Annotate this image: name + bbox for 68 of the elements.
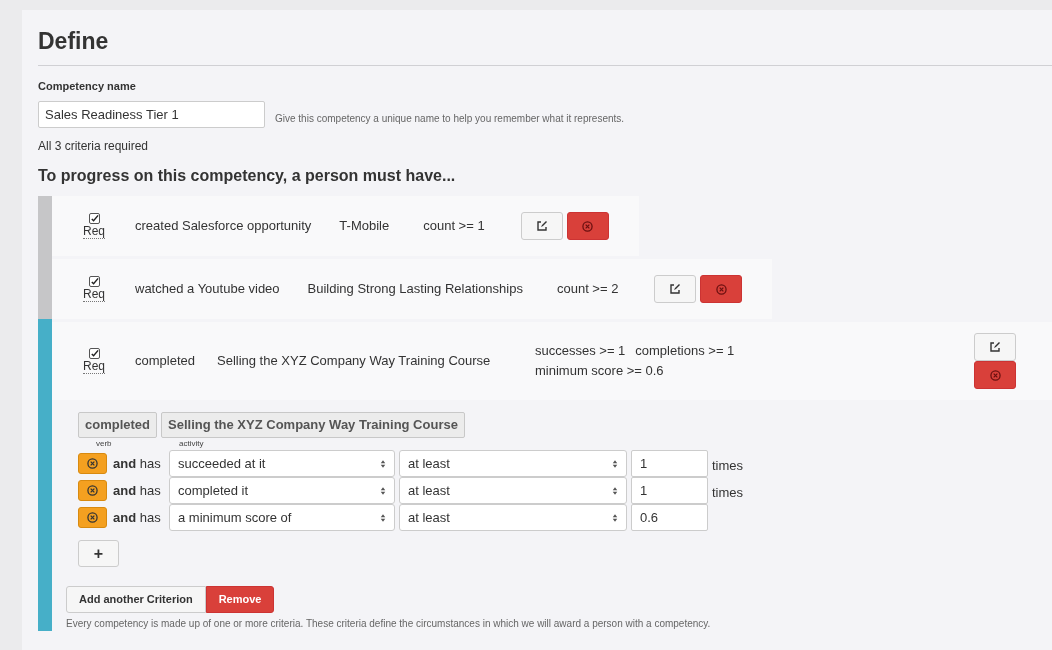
value-field[interactable]: 1: [631, 450, 708, 477]
edit-button[interactable]: [654, 275, 697, 303]
close-icon: [715, 283, 727, 295]
close-icon: [87, 458, 98, 469]
select-field[interactable]: at least: [399, 477, 627, 504]
close-icon: [989, 369, 1001, 381]
verb-text: completed: [135, 352, 195, 371]
checkbox[interactable]: [88, 213, 100, 224]
updown-icon: [380, 485, 386, 496]
verb-text: created Salesforce opportunity: [135, 217, 312, 236]
req-label: Req: [83, 224, 105, 239]
activity-text: Building Strong Lasting Relationships: [307, 280, 523, 299]
delete-button[interactable]: [566, 212, 609, 240]
condition-text: count >= 1: [423, 217, 485, 236]
updown-icon: [612, 485, 618, 496]
condition-text: minimum score >= 0.6: [535, 362, 664, 380]
condition-text: count >= 2: [556, 280, 619, 299]
updown-icon: [380, 512, 386, 523]
verb-text: watched a Youtube video: [135, 280, 280, 299]
caption-text: activity: [178, 438, 205, 450]
edit-button[interactable]: [520, 212, 563, 240]
activity-text: Selling the XYZ Company Way Training Course: [217, 352, 492, 371]
req-label: Req: [83, 287, 105, 302]
page-title: Define: [38, 24, 1052, 66]
tag: completed: [78, 412, 157, 438]
select-field[interactable]: a minimum score of: [169, 504, 395, 531]
edit-icon: [669, 283, 682, 295]
caption-text: verb: [95, 438, 113, 450]
checkbox[interactable]: [88, 276, 100, 287]
footnote-text: Every competency is made up of one or more criteria. These criteria define the circumstances in which we will award a person with a competency.: [66, 617, 712, 631]
checkbox[interactable]: [88, 348, 100, 359]
help-text: Give this competency a unique name to help you remember what it represents.: [275, 112, 625, 126]
select-field[interactable]: succeeded at it: [169, 450, 395, 477]
select-field[interactable]: at least: [399, 504, 627, 531]
activity-text: T-Mobile: [339, 217, 390, 236]
updown-icon: [612, 458, 618, 469]
unit-text: times: [712, 483, 744, 502]
value-field[interactable]: 0.6: [631, 504, 708, 531]
requirement-summary: All 3 criteria required: [38, 138, 150, 155]
close-icon: [87, 485, 98, 496]
joiner-text: and has: [112, 481, 162, 500]
req-label: Req: [83, 359, 105, 374]
unit-text: times: [712, 456, 744, 475]
add-rule-button[interactable]: +: [78, 540, 119, 567]
name-field[interactable]: Sales Readiness Tier 1: [38, 101, 265, 128]
delete-button[interactable]: [700, 275, 743, 303]
remove-rule-button[interactable]: [78, 507, 107, 528]
select-field[interactable]: completed it: [169, 477, 395, 504]
field-label: Competency name: [38, 78, 137, 94]
remove-button[interactable]: Remove: [205, 586, 275, 613]
condition-text: successes >= 1: [535, 342, 626, 360]
section-heading: To progress on this competency, a person must have...: [38, 166, 457, 186]
condition-text: completions >= 1: [635, 342, 735, 360]
remove-rule-button[interactable]: [78, 480, 107, 501]
close-icon: [87, 512, 98, 523]
updown-icon: [380, 458, 386, 469]
edit-button[interactable]: [974, 333, 1016, 361]
remove-rule-button[interactable]: [78, 453, 107, 474]
select-field[interactable]: at least: [399, 450, 627, 477]
edit-icon: [989, 341, 1001, 353]
tag: Selling the XYZ Company Way Training Course: [161, 412, 465, 438]
edit-icon: [535, 220, 548, 232]
joiner-text: and has: [112, 508, 162, 527]
joiner-text: and has: [112, 454, 162, 473]
updown-icon: [612, 512, 618, 523]
close-icon: [582, 220, 594, 232]
add-criterion-button[interactable]: Add another Criterion: [66, 586, 206, 613]
value-field[interactable]: 1: [631, 477, 708, 504]
